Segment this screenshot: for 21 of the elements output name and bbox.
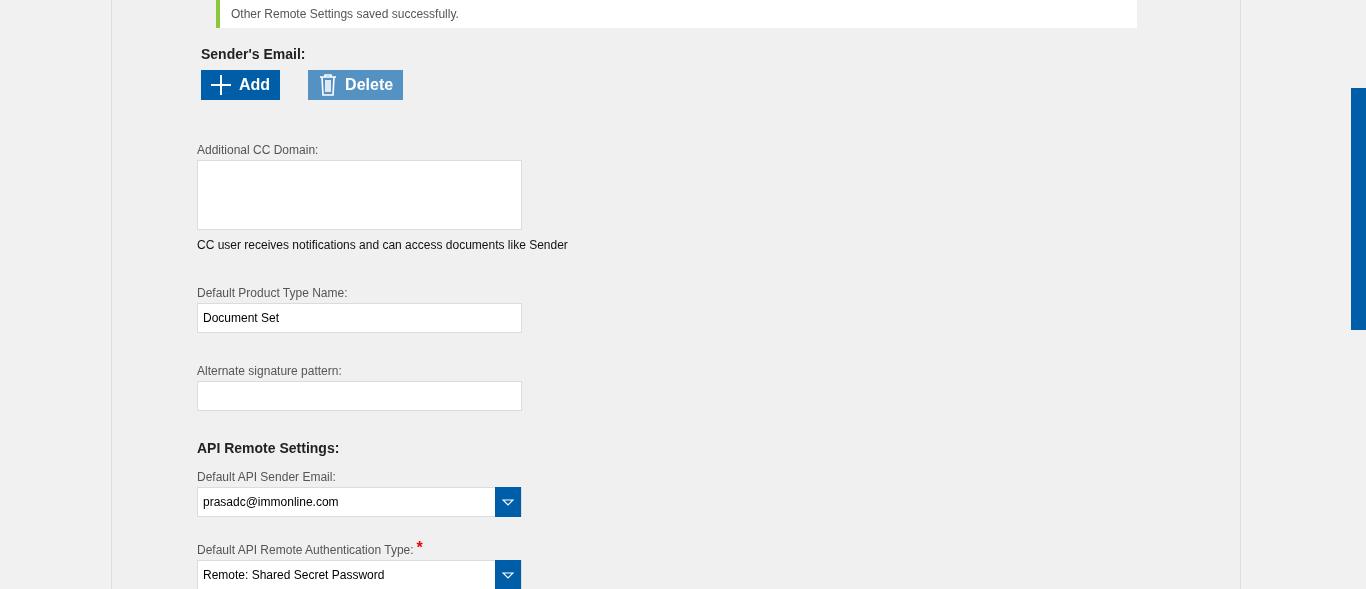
plus-icon [211,75,231,95]
side-tab[interactable] [1351,88,1366,330]
section-title: API Remote Settings: [197,439,341,458]
field-label: Additional CC Domain: [197,142,319,159]
help-text: CC user receives notifications and can access documents like Sender [197,237,569,254]
dropdown-arrow-icon [502,571,514,579]
dropdown[interactable]: prasadc@immonline.com [197,487,522,517]
dropdown[interactable]: Remote: Shared Secret Password [197,560,522,589]
required-icon: * [416,541,423,555]
add-button[interactable]: Add [201,70,281,100]
input-field[interactable]: Document Set [197,303,522,333]
trash-icon [319,74,338,96]
dropdown-arrow-icon [502,498,514,506]
input-field[interactable] [197,381,522,411]
field-label: Default API Sender Email: [197,469,336,486]
success-message: Other Remote Settings saved successfully. [231,7,459,21]
text-area[interactable] [197,160,522,230]
field-label: Default Product Type Name: [197,285,348,302]
field-label: Alternate signature pattern: [197,363,342,380]
section-title: Sender's Email: [201,45,307,64]
field-label: Default API Remote Authentication Type: [197,542,414,559]
